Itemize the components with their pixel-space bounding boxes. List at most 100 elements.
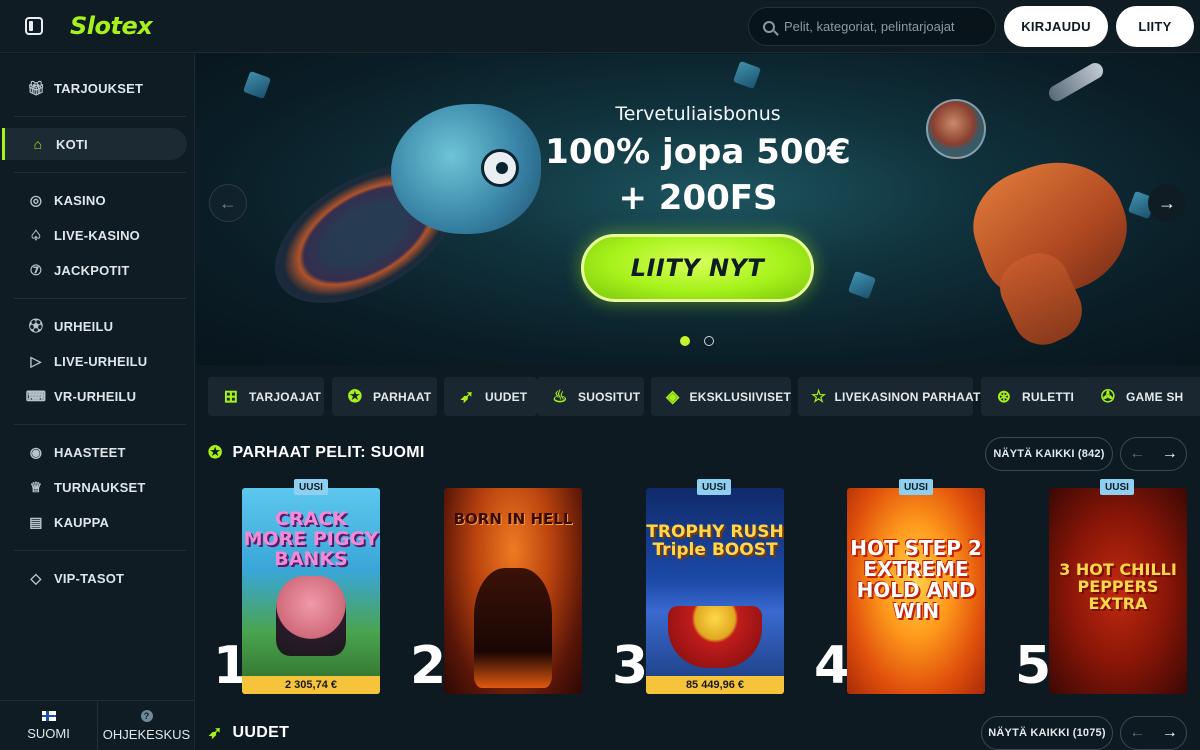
- tab-eksklusiiviset[interactable]: ◈ EKSKLUSIIVISET: [651, 377, 791, 416]
- game-card[interactable]: CRACK MORE PIGGY BANKS 2 305,74 €: [242, 488, 380, 694]
- sidebar-item-urheilu[interactable]: ⚽︎ URHEILU: [0, 310, 195, 342]
- demon-illustration: [474, 568, 552, 688]
- game-title: HOT STEP 2 EXTREME HOLD AND WIN: [850, 536, 982, 623]
- sidebar-item-turnaukset[interactable]: ♕ TURNAUKSET: [0, 471, 195, 503]
- game-card[interactable]: HOT STEP 2 EXTREME HOLD AND WIN: [847, 488, 985, 694]
- wheel-icon: ✇: [1100, 386, 1116, 406]
- sidebar-item-label: LIVE-URHEILU: [54, 353, 148, 369]
- tab-tarjoajat[interactable]: ⊞ TARJOAJAT: [208, 377, 324, 416]
- sidebar-item-kauppa[interactable]: ▤ KAUPPA: [0, 506, 195, 538]
- help-center-link[interactable]: ? OHJEKESKUS: [97, 701, 195, 750]
- sidebar-item-label: VIP-TASOT: [54, 570, 125, 586]
- slide-dot[interactable]: [680, 336, 690, 346]
- rocket-icon: ➶: [459, 386, 475, 406]
- star-icon: ☆: [811, 386, 827, 406]
- target-icon: ◉: [29, 443, 43, 460]
- game-card[interactable]: 3 HOT CHILLI PEPPERS EXTRA: [1049, 488, 1187, 694]
- banner-title-line2: + 200FS: [618, 178, 778, 218]
- seven-icon: ⑦: [29, 261, 43, 278]
- logo[interactable]: Slotex: [70, 12, 153, 40]
- sidebar-item-tarjoukset[interactable]: 🎁︎ TARJOUKSET: [0, 72, 195, 104]
- section-title-top-games: ✪ PARHAAT PELIT: SUOMI: [208, 441, 425, 465]
- sidebar-item-koti[interactable]: ⌂ KOTI: [2, 128, 187, 160]
- tab-ruletti[interactable]: ⊛ RULETTI: [981, 377, 1089, 416]
- join-now-button[interactable]: LIITY NYT: [581, 234, 814, 302]
- ball-icon: ⚽︎: [28, 318, 44, 334]
- help-label: OHJEKESKUS: [102, 726, 191, 742]
- sidebar-item-label: KAUPPA: [54, 514, 110, 530]
- carousel-pager: ← →: [1120, 716, 1187, 750]
- game-title: BORN IN HELL: [453, 510, 573, 528]
- floating-cube: [732, 60, 762, 90]
- language-selector[interactable]: SUOMI: [0, 701, 97, 750]
- play-icon: ▷: [30, 352, 42, 369]
- trophy-icon: ♕: [29, 478, 43, 495]
- game-card[interactable]: TROPHY RUSH Triple BOOST 85 449,96 €: [646, 488, 784, 694]
- tab-label: PARHAAT: [373, 389, 432, 404]
- shop-icon: ▤: [29, 513, 43, 530]
- arrow-left-icon[interactable]: ←: [1129, 724, 1145, 742]
- arrow-right-icon[interactable]: →: [1162, 445, 1178, 463]
- tab-label: EKSKLUSIIVISET: [689, 389, 791, 404]
- sidebar-item-kasino[interactable]: ◎ KASINO: [0, 184, 195, 216]
- medal-icon: ✪: [347, 386, 363, 406]
- rocket-icon: ➶: [208, 723, 223, 742]
- game-title: CRACK MORE PIGGY BANKS: [243, 508, 379, 570]
- show-all-button[interactable]: NÄYTÄ KAIKKI (842): [985, 437, 1113, 471]
- tab-uudet[interactable]: ➶ UUDET: [444, 377, 537, 416]
- promo-banner[interactable]: Tervetuliaisbonus 100% jopa 500€ + 200FS…: [196, 54, 1200, 365]
- search-bar[interactable]: [748, 7, 996, 46]
- search-input[interactable]: [784, 19, 984, 34]
- tab-suositut[interactable]: ♨︎ SUOSITUT: [537, 377, 644, 416]
- sidebar-footer: SUOMI ? OHJEKESKUS: [0, 700, 195, 750]
- game-card[interactable]: BORN IN HELL: [444, 488, 582, 694]
- sidebar-item-label: VR-URHEILU: [54, 388, 137, 404]
- divider: [14, 172, 186, 173]
- join-button[interactable]: LIITY: [1116, 6, 1194, 47]
- tab-game-shows[interactable]: ✇ GAME SH: [1085, 377, 1200, 416]
- banner-subtitle: Tervetuliaisbonus: [615, 103, 781, 125]
- show-all-button[interactable]: NÄYTÄ KAIKKI (1075): [981, 716, 1113, 750]
- tab-livekasinon-parhaat[interactable]: ☆ LIVEKASINON PARHAAT: [798, 377, 980, 416]
- medal-icon: ✪: [208, 443, 223, 462]
- diamond-icon: ◇: [30, 569, 42, 586]
- game-rank: 4: [814, 636, 851, 696]
- jackpot-amount: 85 449,96 €: [646, 676, 784, 694]
- slide-dot[interactable]: [704, 336, 714, 346]
- search-icon: [763, 20, 775, 33]
- tab-label: TARJOAJAT: [249, 389, 322, 404]
- banner-next-button[interactable]: →: [1148, 184, 1186, 222]
- arrow-left-icon: ←: [219, 192, 237, 213]
- sidebar-item-vr-urheilu[interactable]: ⌨︎ VR-URHEILU: [0, 380, 195, 412]
- sidebar-item-label: LIVE-KASINO: [54, 227, 140, 243]
- gift-icon: 🎁︎: [27, 79, 45, 96]
- grid-icon: ⊞: [223, 386, 239, 406]
- login-button[interactable]: KIRJAUDU: [1004, 6, 1108, 47]
- category-tabs: ⊞ TARJOAJAT ✪ PARHAAT ➶ UUDET ♨︎ SUOSITUT ◈ E…: [208, 377, 1200, 416]
- sidebar-toggle-icon[interactable]: [25, 17, 43, 35]
- arrow-right-icon[interactable]: →: [1162, 724, 1178, 742]
- tab-label: GAME SH: [1126, 389, 1184, 404]
- arrow-left-icon[interactable]: ←: [1129, 445, 1145, 463]
- gamepad-icon: ⌨︎: [25, 387, 47, 404]
- sidebar: 🎁︎ TARJOUKSET ⌂ KOTI ◎ KASINO ♤ LIVE-KASINO …: [0, 54, 195, 750]
- banner-prev-button[interactable]: ←: [209, 184, 247, 222]
- sidebar-item-label: TURNAUKSET: [54, 479, 146, 495]
- sidebar-item-label: URHEILU: [54, 318, 114, 334]
- floating-cube: [847, 270, 877, 300]
- sidebar-item-label: TARJOUKSET: [54, 80, 144, 96]
- tab-label: SUOSITUT: [578, 389, 641, 404]
- divider: [14, 550, 186, 551]
- jackpot-amount: 2 305,74 €: [242, 676, 380, 694]
- trophy-illustration: [668, 606, 762, 668]
- rocket-illustration: [1046, 60, 1106, 104]
- sidebar-item-live-kasino[interactable]: ♤ LIVE-KASINO: [0, 219, 195, 251]
- sidebar-item-vip-tasot[interactable]: ◇ VIP-TASOT: [0, 562, 195, 594]
- sidebar-item-jackpotit[interactable]: ⑦ JACKPOTIT: [0, 254, 195, 286]
- carousel-pager: ← →: [1120, 437, 1187, 471]
- chip-icon: ◎: [29, 191, 43, 208]
- sidebar-item-live-urheilu[interactable]: ▷ LIVE-URHEILU: [0, 345, 195, 377]
- tab-parhaat[interactable]: ✪ PARHAAT: [332, 377, 437, 416]
- sidebar-item-haasteet[interactable]: ◉ HAASTEET: [0, 436, 195, 468]
- diamond-icon: ◈: [666, 386, 680, 406]
